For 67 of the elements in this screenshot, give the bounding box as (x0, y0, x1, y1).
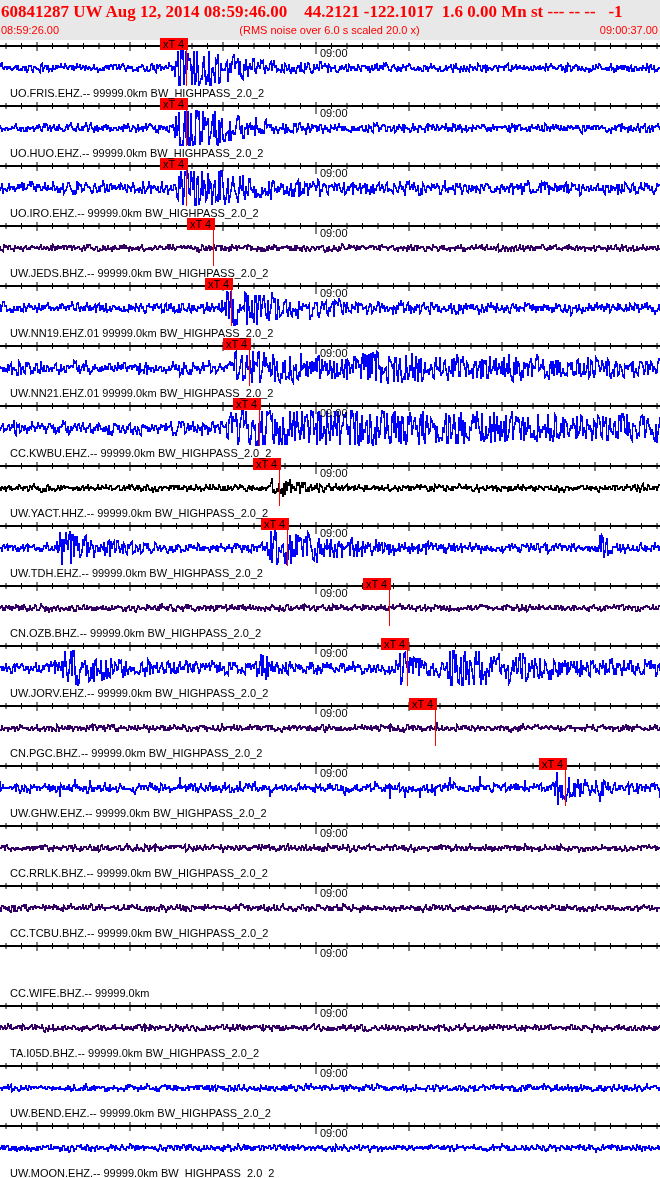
pick-marker[interactable]: xT 4 (233, 398, 261, 410)
pick-marker[interactable]: xT 4 (160, 38, 188, 50)
time-label: 09:00 (320, 887, 348, 899)
time-label: 09:00 (320, 1007, 348, 1019)
station-label: UW.BEND.EHZ.-- 99999.0km BW_HIGHPASS_2.0_2 (10, 1107, 271, 1119)
event-title: 60841287 UW Aug 12, 2014 08:59:46.00 44.2121 -122.1017 1.6 0.00 Mn st --- -- -- -1 (0, 1, 624, 23)
pick-line (186, 50, 187, 86)
station-label: UW.JEDS.BHZ.-- 99999.0km BW_HIGHPASS_2.0_2 (10, 267, 269, 279)
pick-marker[interactable]: xT 4 (160, 158, 188, 170)
time-label: 09:00 (320, 587, 348, 599)
pick-line (279, 470, 280, 506)
time-label: 09:00 (320, 1067, 348, 1079)
time-label: 09:00 (320, 467, 348, 479)
station-label: UW.JORV.EHZ.-- 99999.0km BW_HIGHPASS_2.0_2 (10, 687, 269, 699)
station-label: TA.I05D.BHZ.-- 99999.0km BW_HIGHPASS_2.0_2 (10, 1047, 260, 1059)
scale-note: (RMS noise over 6.0 s scaled 20.0 x) (239, 23, 420, 37)
time-label: 09:00 (320, 287, 348, 299)
station-label: CC.RRLK.BHZ.-- 99999.0km BW_HIGHPASS_2.0_2 (10, 867, 268, 879)
station-label: UW.TDH.EHZ.-- 99999.0km BW_HIGHPASS_2.0_2 (10, 567, 263, 579)
time-label: 09:00 (320, 407, 348, 419)
time-label: 09:00 (320, 347, 348, 359)
time-label: 09:00 (320, 527, 348, 539)
start-time: 08:59:26.00 (1, 23, 60, 37)
time-label: 09:00 (320, 947, 348, 959)
end-time: 09:00:37.00 (599, 23, 658, 37)
station-label: UO.FRIS.EHZ.-- 99999.0km BW_HIGHPASS_2.0_2 (10, 87, 265, 99)
pick-marker[interactable]: xT 4 (223, 338, 251, 350)
station-label: UO.IRO.EHZ.-- 99999.0km BW_HIGHPASS_2.0_2 (10, 207, 259, 219)
station-label: CC.TCBU.BHZ.-- 99999.0km BW_HIGHPASS_2.0_2 (10, 927, 269, 939)
station-label: CN.PGC.BHZ.-- 99999.0km BW_HIGHPASS_2.0_2 (10, 747, 263, 759)
station-label: UW.NN19.EHZ.01 99999.0km BW_HIGHPASS_2.0_2 (10, 327, 274, 339)
pick-line (565, 770, 566, 806)
time-label: 09:00 (320, 827, 348, 839)
pick-marker[interactable]: xT 4 (409, 698, 437, 710)
pick-marker[interactable]: xT 4 (205, 278, 233, 290)
time-label: 09:00 (320, 107, 348, 119)
station-label: UO.HUO.EHZ.-- 99999.0km BW_HIGHPASS_2.0_2 (10, 147, 264, 159)
pick-line (287, 530, 288, 566)
pick-line (389, 590, 390, 626)
time-label: 09:00 (320, 227, 348, 239)
time-label: 09:00 (320, 647, 348, 659)
pick-line (186, 170, 187, 206)
pick-line (259, 410, 260, 446)
pick-line (231, 290, 232, 326)
station-label: CC.KWBU.EHZ.-- 99999.0km BW_HIGHPASS_2.0_2 (10, 447, 272, 459)
pick-marker[interactable]: xT 4 (253, 458, 281, 470)
pick-line (407, 650, 408, 686)
pick-marker[interactable]: xT 4 (187, 218, 215, 230)
pick-line (249, 350, 250, 386)
pick-line (435, 710, 436, 746)
pick-marker[interactable]: xT 4 (539, 758, 567, 770)
pick-marker[interactable]: xT 4 (261, 518, 289, 530)
pick-line (186, 110, 187, 146)
pick-marker[interactable]: xT 4 (160, 98, 188, 110)
time-label: 09:00 (320, 767, 348, 779)
station-label: UW.GHW.EHZ.-- 99999.0km BW_HIGHPASS_2.0_2 (10, 807, 267, 819)
pick-marker[interactable]: xT 4 (363, 578, 391, 590)
pick-marker[interactable]: xT 4 (381, 638, 409, 650)
time-label: 09:00 (320, 167, 348, 179)
pick-line (213, 230, 214, 266)
time-label: 09:00 (320, 707, 348, 719)
station-label: CC.WIFE.BHZ.-- 99999.0km (10, 987, 150, 999)
time-label: 09:00 (320, 1127, 348, 1139)
station-label: CN.OZB.BHZ.-- 99999.0km BW_HIGHPASS_2.0_2 (10, 627, 262, 639)
station-label: UW.NN21.EHZ.01 99999.0km BW_HIGHPASS_2.0_2 (10, 387, 274, 399)
station-label: UW.YACT.HHZ.-- 99999.0km BW_HIGHPASS_2.0_2 (10, 507, 269, 519)
time-label: 09:00 (320, 47, 348, 59)
